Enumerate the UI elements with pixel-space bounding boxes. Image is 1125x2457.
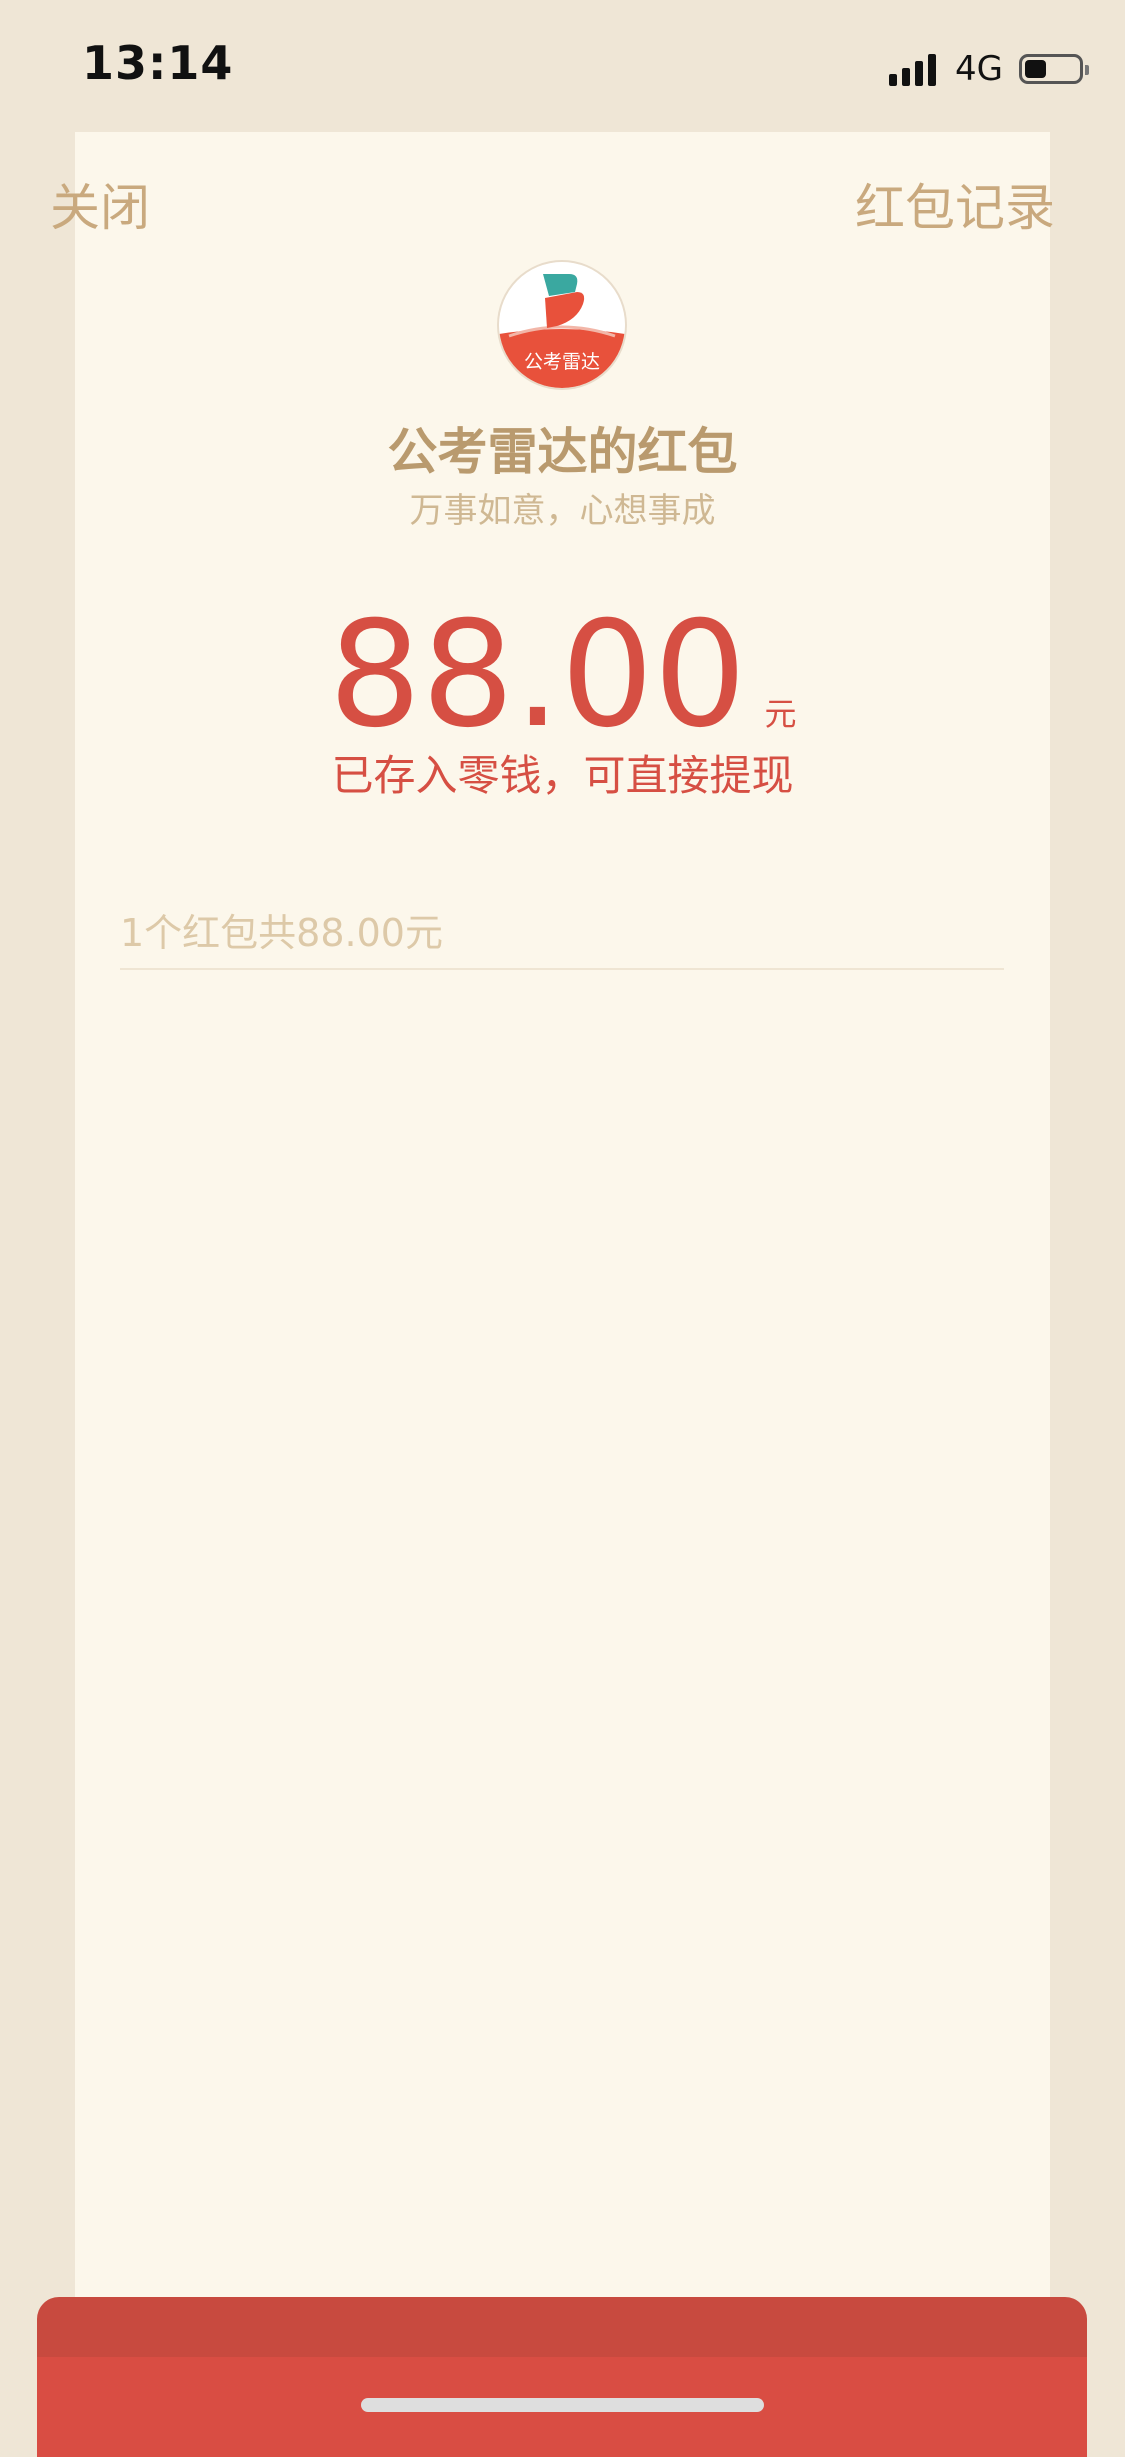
logo-text: 公考雷达 <box>524 351 600 373</box>
network-type: 4G <box>955 49 1003 89</box>
app-logo-icon: 公考雷达 <box>499 262 625 388</box>
sender-avatar: 公考雷达 <box>499 262 625 388</box>
battery-icon <box>1019 54 1089 84</box>
battery-tip <box>1085 65 1089 75</box>
packet-summary: 1个红包共88.00元 <box>120 911 443 955</box>
amount-display: 88.00 元 <box>0 600 1125 750</box>
amount-currency: 元 <box>764 695 797 733</box>
close-button[interactable]: 关闭 <box>50 168 150 240</box>
sender-title: 公考雷达的红包 <box>387 423 738 481</box>
amount-value: 88.00 <box>328 590 747 760</box>
status-icons: 4G <box>889 48 1089 90</box>
red-packet-records-button[interactable]: 红包记录 <box>855 168 1055 240</box>
signal-icon <box>889 52 941 86</box>
battery-level <box>1025 60 1046 78</box>
home-indicator[interactable] <box>361 2398 764 2412</box>
status-time: 13:14 <box>82 36 234 90</box>
deposit-note[interactable]: 已存入零钱，可直接提现 <box>0 742 1125 803</box>
divider <box>120 968 1004 970</box>
wish-text: 万事如意，心想事成 <box>409 491 716 531</box>
status-bar: 13:14 4G <box>0 0 1125 132</box>
